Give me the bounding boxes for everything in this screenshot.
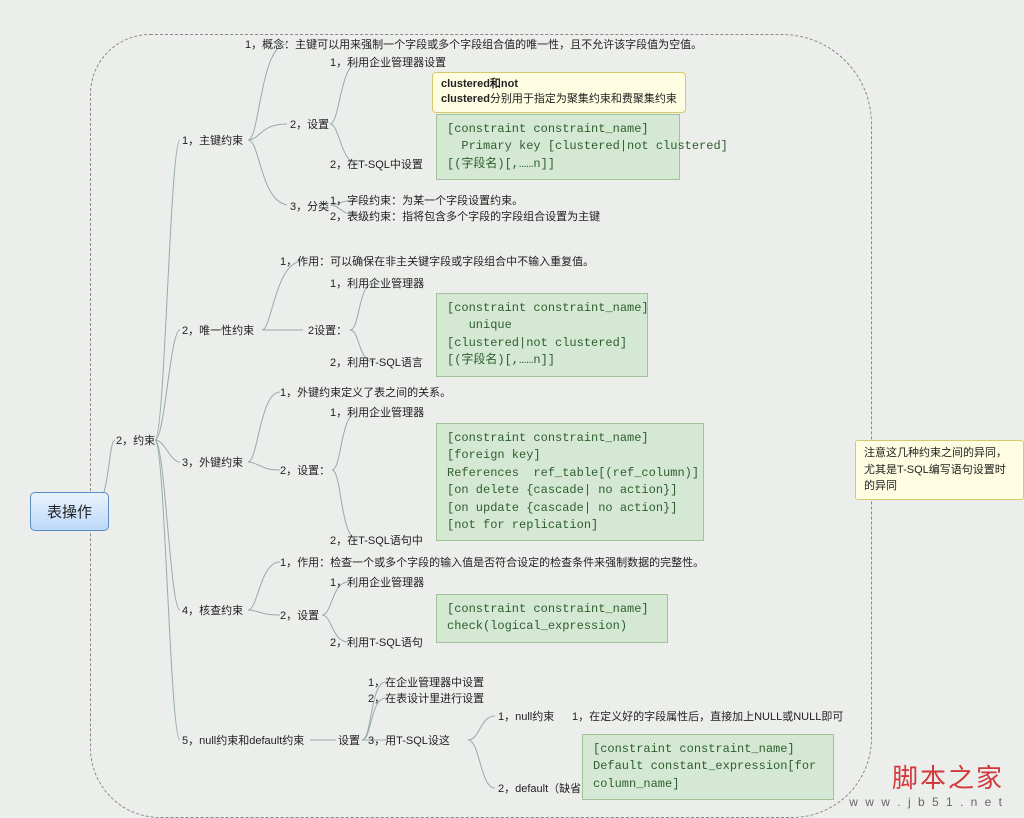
nd-null-text: 1，在定义好的字段属性后，直接加上NULL或NULL即可 — [572, 708, 843, 724]
node-nulldefault[interactable]: 5，null约束和default约束 — [182, 732, 304, 748]
pk-class-2: 2，表级约束：指将包含多个字段的字段组合设置为主键 — [330, 208, 600, 224]
unique-purpose: 1，作用：可以确保在非主关键字段或字段组合中不输入重复值。 — [280, 253, 594, 269]
node-pk[interactable]: 1，主键约束 — [182, 132, 243, 148]
fk-settings[interactable]: 2，设置： — [280, 462, 330, 478]
node-unique[interactable]: 2，唯一性约束 — [182, 322, 254, 338]
unique-code: [constraint constraint_name] unique [clu… — [436, 293, 648, 377]
node-fk[interactable]: 3，外键约束 — [182, 454, 243, 470]
pk-code: [constraint constraint_name] Primary key… — [436, 114, 680, 180]
root-node[interactable]: 表操作 — [30, 492, 109, 531]
side-note: 注意这几种约束之间的异同， 尤其是T-SQL编写语句设置时的异同 — [855, 440, 1024, 500]
pk-classify[interactable]: 3，分类 — [290, 198, 329, 214]
unique-settings[interactable]: 2设置： — [308, 322, 347, 338]
unique-set-1: 1，利用企业管理器 — [330, 275, 424, 291]
watermark-text: 脚本之家 — [849, 758, 1004, 795]
pk-concept: 1，概念：主键可以用来强制一个字段或多个字段组合值的唯一性，且不允许该字段值为空… — [245, 36, 702, 52]
nd-set-2: 2，在表设计里进行设置 — [368, 690, 484, 706]
check-set-1: 1，利用企业管理器 — [330, 574, 424, 590]
nd-null[interactable]: 1，null约束 — [498, 708, 554, 724]
pk-class-1: 1，字段约束：为某一个字段设置约束。 — [330, 192, 523, 208]
nd-set-3: 3，用T-SQL设这 — [368, 732, 450, 748]
check-purpose: 1，作用：检查一个或多个字段的输入值是否符合设定的检查条件来强制数据的完整性。 — [280, 554, 704, 570]
nd-settings[interactable]: 设置 — [338, 732, 360, 748]
pk-settings[interactable]: 2，设置 — [290, 116, 329, 132]
fk-set-1: 1，利用企业管理器 — [330, 404, 424, 420]
node-constraints[interactable]: 2，约束 — [116, 432, 155, 448]
check-settings[interactable]: 2，设置 — [280, 607, 319, 623]
fk-set-2: 2，在T-SQL语句中 — [330, 532, 423, 548]
watermark-url: w w w . j b 5 1 . n e t — [849, 795, 1004, 809]
nd-set-1: 1，在企业管理器中设置 — [368, 674, 484, 690]
watermark: 脚本之家 w w w . j b 5 1 . n e t — [849, 758, 1004, 809]
nd-default-code: [constraint constraint_name] Default con… — [582, 734, 834, 800]
fk-def: 1，外键约束定义了表之间的关系。 — [280, 384, 451, 400]
unique-set-2: 2，利用T-SQL语言 — [330, 354, 423, 370]
node-check[interactable]: 4，核查约束 — [182, 602, 243, 618]
pk-set-tsql: 2，在T-SQL中设置 — [330, 156, 423, 172]
fk-code: [constraint constraint_name] [foreign ke… — [436, 423, 704, 541]
check-set-2: 2，利用T-SQL语句 — [330, 634, 423, 650]
check-code: [constraint constraint_name] check(logic… — [436, 594, 668, 643]
pk-set-eman: 1，利用企业管理器设置 — [330, 54, 446, 70]
pk-callout: clustered和not clusteredclustered分别用于指定为聚… — [432, 72, 686, 113]
